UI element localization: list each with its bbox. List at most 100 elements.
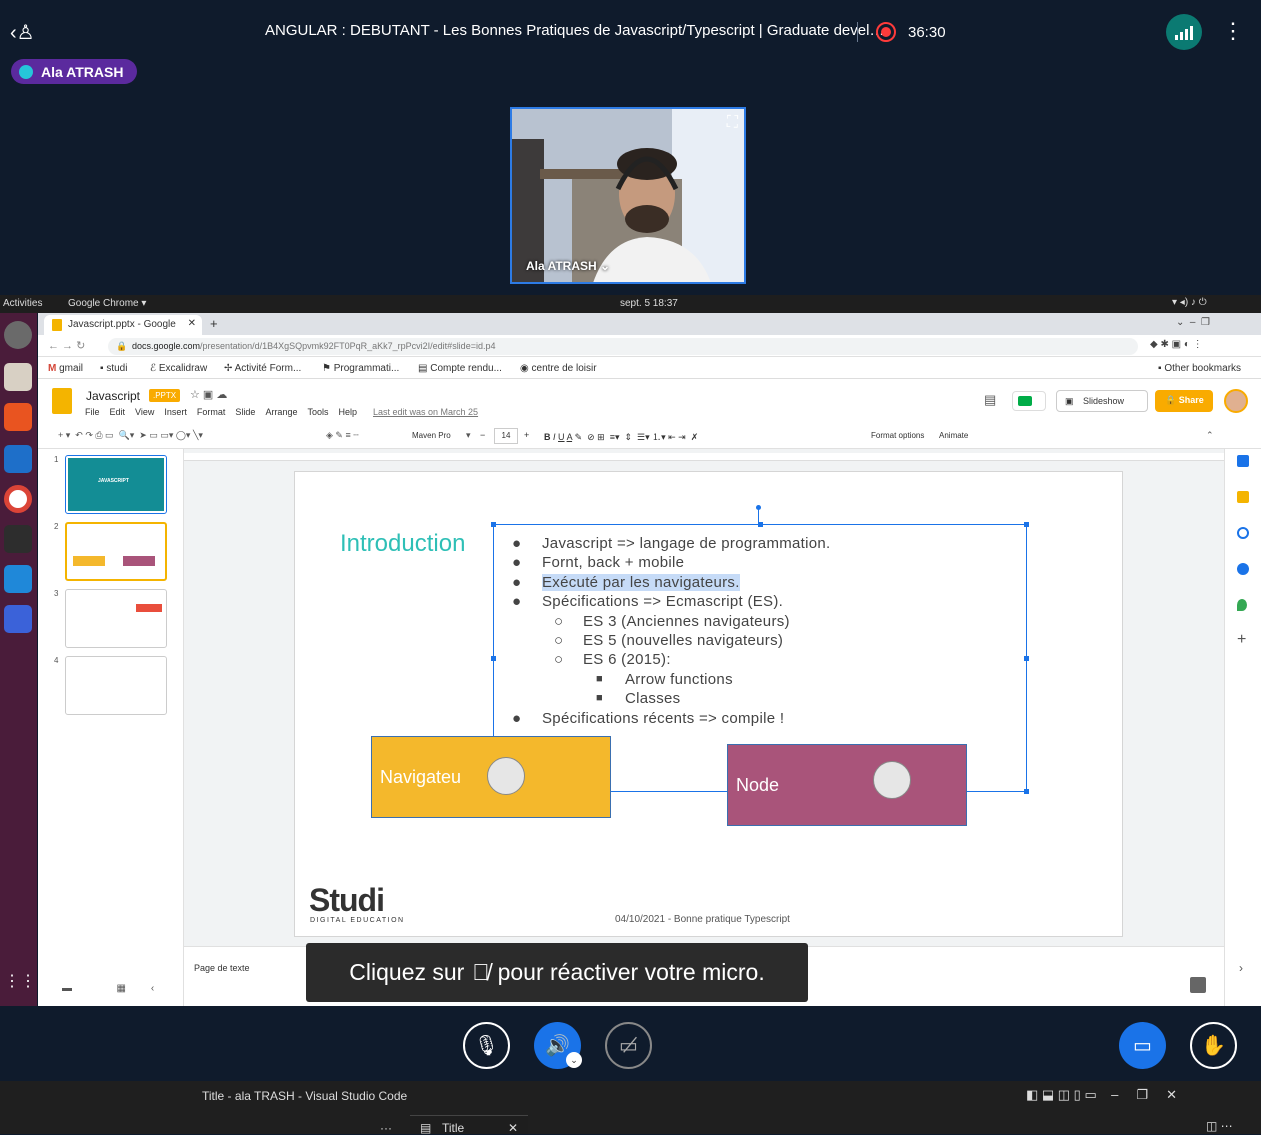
chrome-app-icon[interactable] xyxy=(4,485,32,513)
bookmark-compte-rendu[interactable]: ▤ Compte rendu... xyxy=(418,363,502,374)
slide-heading[interactable]: Introduction xyxy=(340,530,465,558)
keep-icon[interactable] xyxy=(1237,491,1249,503)
menu-slide[interactable]: Slide xyxy=(235,407,255,417)
star-move-cloud-icon[interactable]: ☆ ▣ ☁ xyxy=(190,388,227,401)
slide-thumbnail-4[interactable] xyxy=(65,656,167,715)
circle-shape[interactable] xyxy=(487,757,525,795)
slide-thumbnail-1[interactable]: JAVASCRIPT xyxy=(65,455,167,514)
share-button[interactable]: 🔒 Share xyxy=(1155,390,1213,412)
camera-toggle-button[interactable]: ▭̸ xyxy=(605,1022,652,1069)
grid-view-icons[interactable]: ▬ ▦ ‹ xyxy=(62,983,154,994)
expand-panel-icon[interactable]: › xyxy=(1239,961,1243,975)
participant-video[interactable]: ⛶ Ala ATRASH ⌄ xyxy=(510,107,746,284)
avatar[interactable] xyxy=(1224,389,1248,413)
node-box[interactable]: Node xyxy=(727,744,967,826)
more-options-icon[interactable]: ⋮ xyxy=(1222,20,1244,42)
close-editor-icon[interactable]: ✕ xyxy=(508,1121,518,1135)
settings-app-icon[interactable] xyxy=(4,321,32,349)
menu-format[interactable]: Format xyxy=(197,407,226,417)
bookmark-studi[interactable]: ▪ studi xyxy=(100,363,127,374)
video-participant-name[interactable]: Ala ATRASH ⌄ xyxy=(526,259,610,273)
menu-help[interactable]: Help xyxy=(338,407,357,417)
more-editors-icon[interactable]: ··· xyxy=(380,1121,392,1135)
screenshot-app-icon[interactable] xyxy=(4,605,32,633)
document-title[interactable]: Javascript xyxy=(86,389,140,403)
close-tab-icon[interactable]: ✕ xyxy=(188,318,196,329)
toolbar-icons-left[interactable]: + ▾ ↶ ↷ ⎙ ▭ 🔍▾ ➤ ▭ ▭▾ ◯▾ ╲▾ xyxy=(58,430,203,441)
studi-logo: Studi xyxy=(309,882,385,918)
add-addon-icon[interactable]: + xyxy=(1237,631,1246,649)
menu-edit[interactable]: Edit xyxy=(110,407,126,417)
font-dropdown-icon[interactable]: ▾ xyxy=(466,430,471,441)
animate-button[interactable]: Animate xyxy=(939,431,968,440)
menu-tools[interactable]: Tools xyxy=(307,407,328,417)
maps-icon[interactable] xyxy=(1237,599,1247,611)
editor-tab[interactable]: ▤ Title ✕ xyxy=(410,1115,528,1135)
circle-shape[interactable] xyxy=(873,761,911,799)
split-editor-icon[interactable]: ◫ ⋯ xyxy=(1206,1119,1233,1133)
bullet-item: ● Javascript => langage de programmation. xyxy=(512,535,831,552)
navigateur-box[interactable]: Navigateu xyxy=(371,736,611,818)
bookmark-programmation[interactable]: ⚑ Programmati... xyxy=(322,363,399,374)
bookmark-gmail[interactable]: M gmail xyxy=(48,363,83,374)
terminal-app-icon[interactable] xyxy=(4,525,32,553)
other-bookmarks[interactable]: ▪ Other bookmarks xyxy=(1158,363,1241,374)
font-select[interactable]: Maven Pro xyxy=(412,431,451,440)
activities-button[interactable]: Activities xyxy=(3,298,42,309)
raise-hand-button[interactable]: ✋ xyxy=(1190,1022,1237,1069)
new-tab-icon[interactable]: + xyxy=(210,316,218,331)
menu-arrange[interactable]: Arrange xyxy=(265,407,297,417)
add-comment-icon[interactable] xyxy=(1190,977,1206,993)
writer-app-icon[interactable] xyxy=(4,445,32,473)
vscode-app-icon[interactable] xyxy=(4,565,32,593)
fullscreen-icon[interactable]: ⛶ xyxy=(727,114,738,132)
software-app-icon[interactable] xyxy=(4,403,32,431)
extensions-icon[interactable]: ◆ ✱ ▣ ◐ ⋮ xyxy=(1150,339,1203,350)
audio-toggle-button[interactable]: 🔊 ⌄ xyxy=(534,1022,582,1069)
bookmark-activite[interactable]: ✢ Activité Form... xyxy=(224,363,301,374)
format-paint-icons[interactable]: ◈ ✎ ≡ ┄ xyxy=(326,430,359,441)
show-apps-icon[interactable]: ⋮⋮ xyxy=(4,971,36,999)
app-menu[interactable]: Google Chrome ▾ xyxy=(68,298,146,309)
files-app-icon[interactable] xyxy=(4,363,32,391)
os-clock[interactable]: sept. 5 18:37 xyxy=(620,298,678,309)
chevron-down-icon[interactable]: ⌄ xyxy=(566,1052,582,1068)
bookmark-excalidraw[interactable]: ℰ Excalidraw xyxy=(150,363,207,374)
bullet-item: ■ Classes xyxy=(596,690,681,708)
microphone-toggle-button[interactable]: 🎙 xyxy=(463,1022,510,1069)
bookmark-centre-loisir[interactable]: ◉ centre de loisir xyxy=(520,363,597,374)
tasks-icon[interactable] xyxy=(1237,527,1249,539)
slide-thumbnail-3[interactable] xyxy=(65,589,167,648)
font-size-input[interactable]: 14 xyxy=(494,428,518,444)
connection-signal-icon[interactable] xyxy=(1166,14,1202,50)
collapse-toolbar-icon[interactable]: ⌃ xyxy=(1206,430,1214,441)
slide-thumbnail-2[interactable] xyxy=(65,522,167,581)
contacts-icon[interactable] xyxy=(1237,563,1249,575)
thumb-number: 1 xyxy=(54,455,59,464)
comments-icon[interactable]: ▤ xyxy=(984,392,996,408)
format-options-button[interactable]: Format options xyxy=(871,431,924,440)
calendar-icon[interactable] xyxy=(1237,455,1249,467)
menu-insert[interactable]: Insert xyxy=(164,407,187,417)
screen-share-button[interactable]: ▭ xyxy=(1119,1022,1166,1069)
font-size-increase[interactable]: + xyxy=(524,430,529,440)
window-controls-icon[interactable]: ⌄ – ❐ xyxy=(1176,317,1210,328)
slides-logo-icon[interactable] xyxy=(52,388,72,414)
text-style-icons[interactable]: B I U A ✎ ⊘ ⊞ ≡▾ ⇕ ☰▾ ⒈▾ ⇤ ⇥ ✗ xyxy=(544,430,698,443)
slideshow-button[interactable]: Slideshow ▣ xyxy=(1056,390,1148,412)
url-path: /presentation/d/1B4XgSQpvmk92FT0PqR_aKk7… xyxy=(200,341,496,351)
layout-icons[interactable]: ◧ ⬓ ◫ ▯ ▭ – ❐ ✕ xyxy=(1026,1087,1177,1103)
back-user-icon[interactable]: ‹♙ xyxy=(10,20,35,45)
system-tray-icons[interactable]: ▾ ◂) ♪ ⏻ xyxy=(1172,297,1207,308)
nav-buttons-icon[interactable]: ← → ↻ xyxy=(48,339,85,352)
last-edit-link[interactable]: Last edit was on March 25 xyxy=(373,407,478,417)
menu-file[interactable]: File xyxy=(85,407,100,417)
font-size-decrease[interactable]: − xyxy=(480,430,485,440)
bullet-item: ● Spécifications récents => compile ! xyxy=(512,709,785,727)
browser-tab[interactable]: Javascript.pptx - Google ✕ xyxy=(44,315,202,335)
url-input[interactable]: 🔒 docs.google.com/presentation/d/1B4XgSQ… xyxy=(108,338,1138,355)
menu-view[interactable]: View xyxy=(135,407,154,417)
slide-bullet-list[interactable]: ● Javascript => langage de programmation.… xyxy=(510,534,831,728)
meet-present-button[interactable] xyxy=(1012,391,1046,411)
current-slide[interactable]: Introduction ● Javascript => langage de p… xyxy=(294,471,1123,937)
